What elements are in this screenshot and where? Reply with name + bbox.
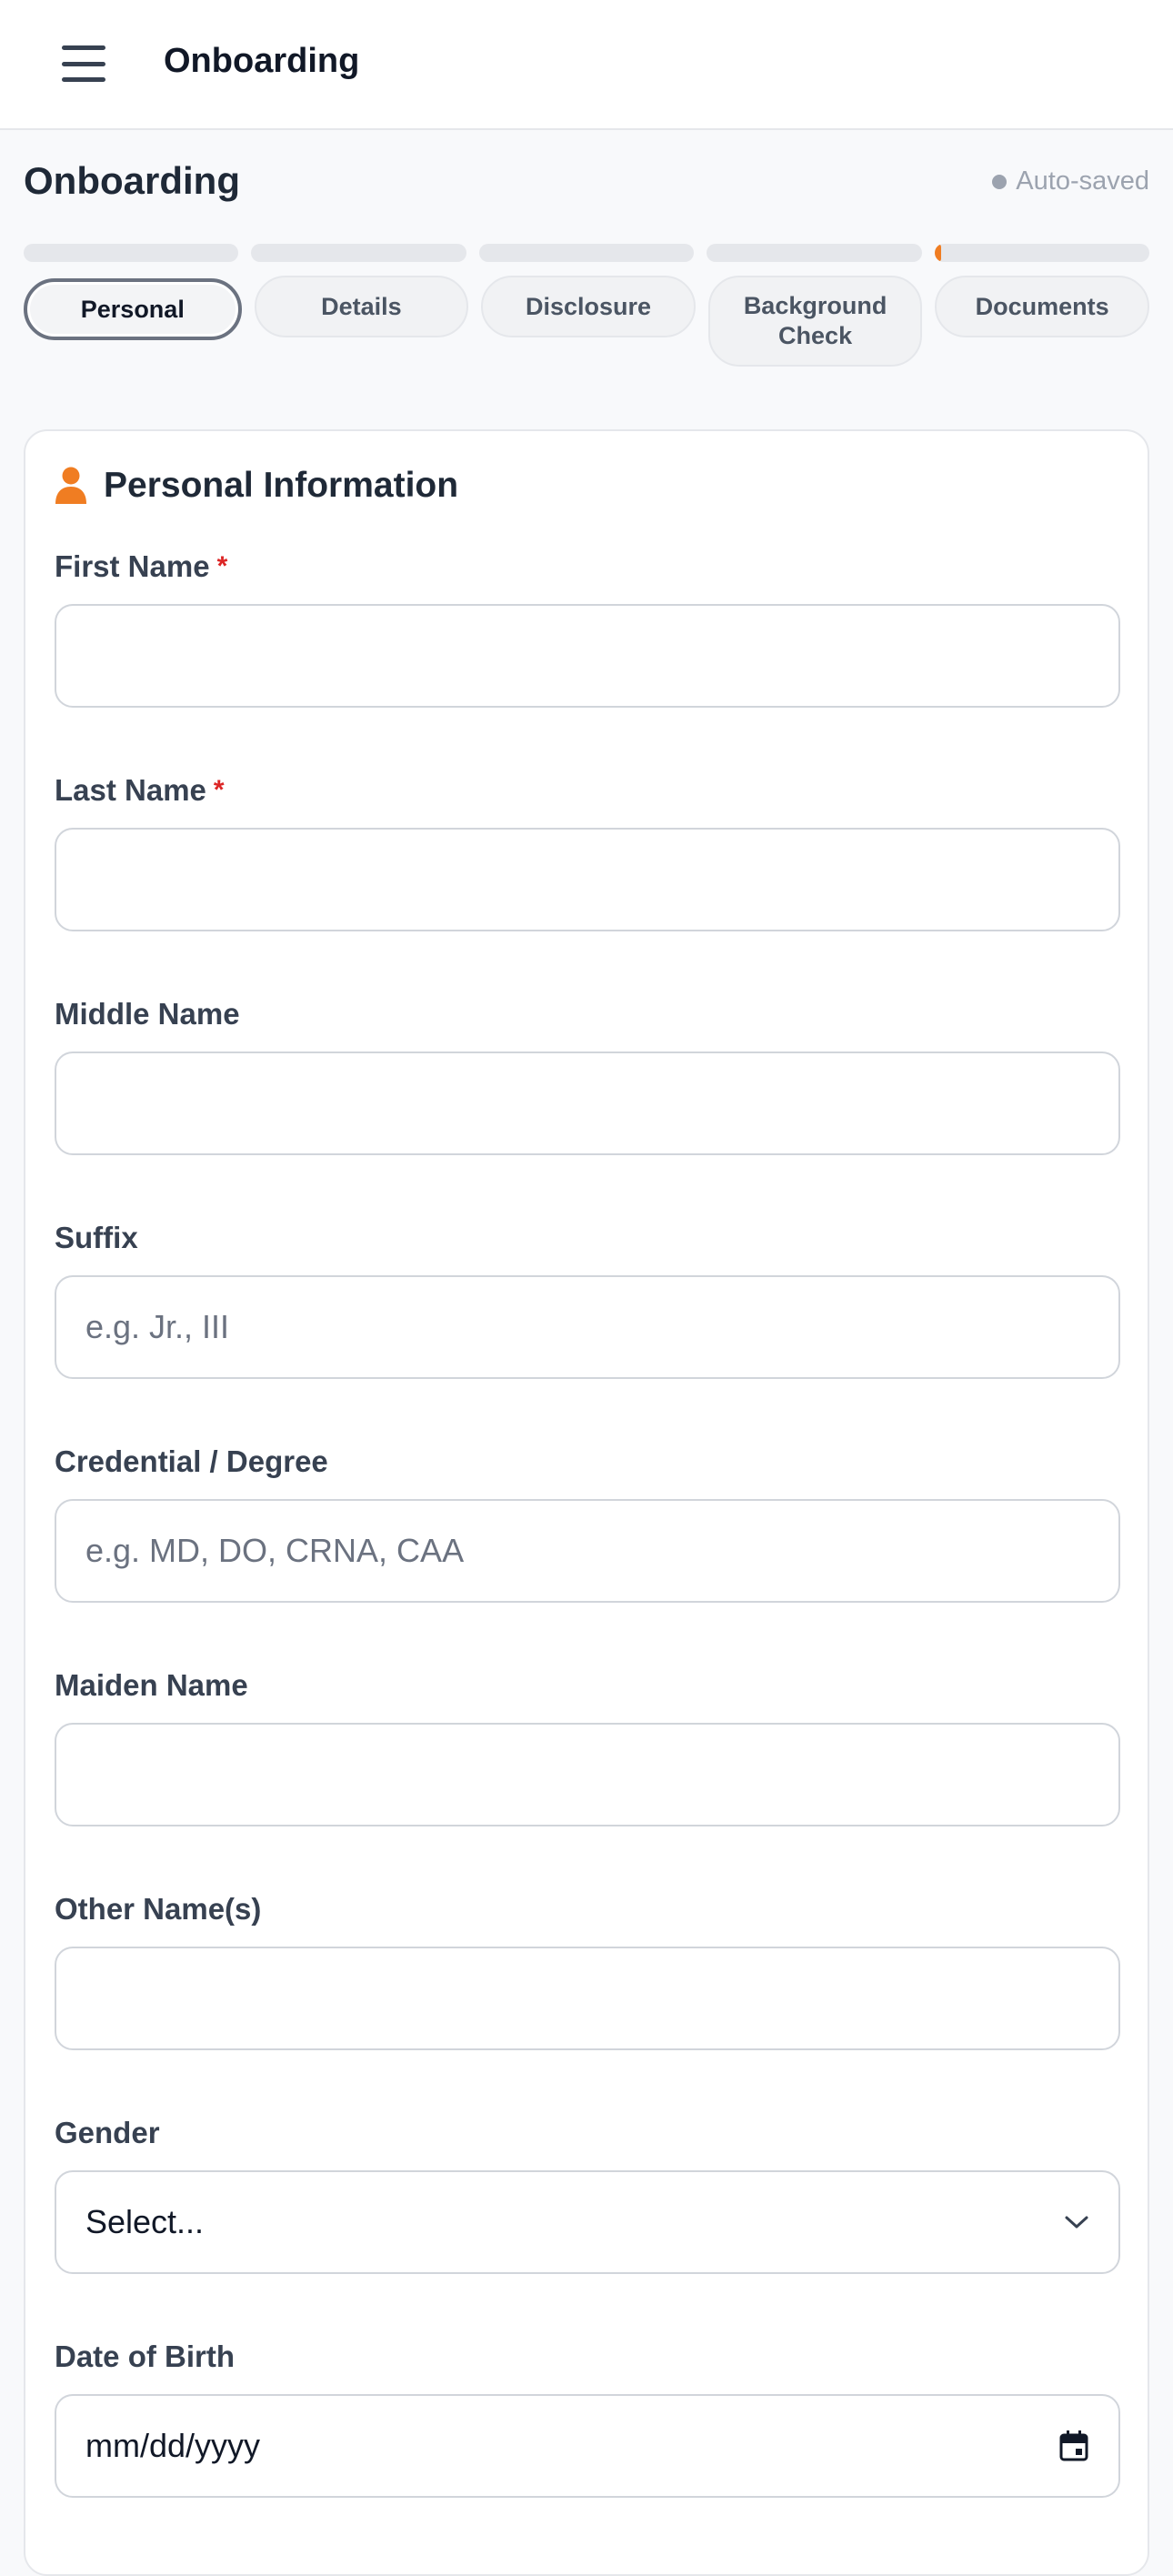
maiden-name-input[interactable]	[55, 1723, 1120, 1826]
app-top-bar: Onboarding	[0, 0, 1173, 130]
card-header: Personal Information	[55, 466, 458, 506]
credential-input[interactable]	[55, 1499, 1120, 1603]
dob-field: Date of Birth mm/dd/yyyy	[55, 2338, 1120, 2498]
credential-field: Credential / Degree	[55, 1443, 1120, 1603]
other-names-label: Other Name(s)	[55, 1892, 262, 1926]
personal-information-card: Personal Information First Name * Last N…	[24, 429, 1149, 2576]
autosave-status: Auto-saved	[992, 166, 1149, 196]
tab-background-check[interactable]: Background Check	[707, 276, 923, 367]
maiden-name-field: Maiden Name	[55, 1666, 1120, 1826]
tab-personal[interactable]: Personal	[24, 278, 242, 340]
dob-label: Date of Birth	[55, 2340, 235, 2373]
person-icon	[55, 467, 86, 504]
hamburger-menu-icon[interactable]	[62, 45, 105, 82]
first-name-label: First Name *	[55, 548, 1120, 586]
middle-name-field: Middle Name	[55, 995, 1120, 1155]
calendar-icon[interactable]	[1058, 2430, 1089, 2462]
middle-name-label: Middle Name	[55, 997, 240, 1031]
progress-segment	[707, 244, 922, 262]
progress-segment	[251, 244, 466, 262]
page-title: Onboarding	[24, 159, 240, 202]
suffix-field: Suffix	[55, 1219, 1120, 1379]
first-name-label-text: First Name	[55, 549, 210, 583]
app-bar-title: Onboarding	[164, 42, 360, 80]
last-name-field: Last Name *	[55, 771, 1120, 931]
tab-details[interactable]: Details	[254, 276, 469, 337]
tab-disclosure[interactable]: Disclosure	[481, 276, 696, 337]
other-names-input[interactable]	[55, 1947, 1120, 2050]
last-name-label-text: Last Name	[55, 773, 206, 807]
maiden-name-label: Maiden Name	[55, 1668, 248, 1702]
first-name-input[interactable]	[55, 604, 1120, 708]
date-of-birth-input[interactable]: mm/dd/yyyy	[55, 2394, 1120, 2498]
gender-field: Gender Select...	[55, 2114, 1120, 2274]
status-dot-icon	[992, 174, 1008, 189]
other-names-field: Other Name(s)	[55, 1890, 1120, 2050]
last-name-label: Last Name *	[55, 771, 1120, 810]
gender-select[interactable]: Select...	[55, 2170, 1120, 2274]
gender-label: Gender	[55, 2116, 160, 2149]
section-title: Personal Information	[104, 466, 459, 505]
autosave-label: Auto-saved	[1016, 166, 1149, 196]
dob-value: mm/dd/yyyy	[85, 2427, 261, 2464]
required-marker: *	[216, 551, 228, 581]
suffix-label: Suffix	[55, 1221, 138, 1254]
progress-segment	[24, 244, 239, 262]
tab-documents[interactable]: Documents	[935, 276, 1149, 337]
required-marker: *	[213, 775, 225, 805]
suffix-input[interactable]	[55, 1275, 1120, 1379]
gender-selected-value: Select...	[85, 2203, 205, 2240]
chevron-down-icon	[1065, 2216, 1088, 2229]
middle-name-input[interactable]	[55, 1052, 1120, 1155]
credential-label: Credential / Degree	[55, 1444, 328, 1478]
progress-segment	[934, 244, 1150, 262]
step-tabs: Personal Details Disclosure Background C…	[24, 276, 1149, 367]
last-name-input[interactable]	[55, 828, 1120, 931]
progress-segment	[478, 244, 695, 262]
first-name-field: First Name *	[55, 548, 1120, 708]
progress-bar	[24, 244, 1150, 262]
